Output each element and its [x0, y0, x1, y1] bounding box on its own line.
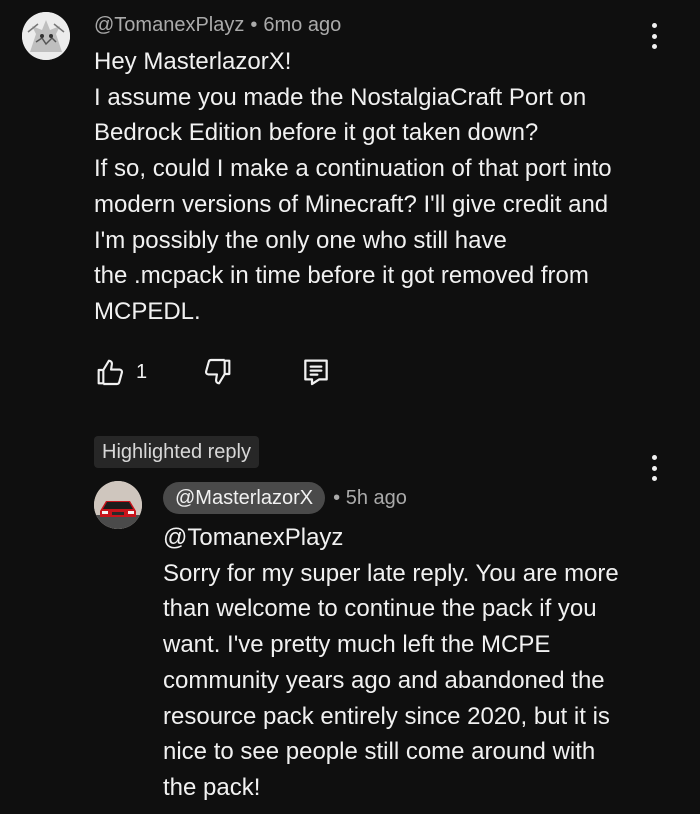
comment-line: Hey MasterlazorX!	[94, 48, 292, 75]
comment-line: I'm possibly the only one who still have	[94, 226, 507, 254]
comment-line: MCPEDL.	[94, 297, 201, 325]
reply-body: @TomanexPlayz Sorry for my super late re…	[163, 520, 663, 806]
commenter-avatar[interactable]	[22, 12, 70, 60]
reply-button[interactable]	[300, 356, 332, 388]
reply-line: resource pack entirely since 2020, but i…	[163, 702, 610, 730]
reply-line: community years ago and abandoned the	[163, 666, 605, 694]
comment-line: Bedrock Edition before it got taken down…	[94, 119, 539, 147]
comment-body: Hey MasterlazorX! I assume you made the …	[94, 44, 674, 330]
dislike-button[interactable]	[202, 356, 234, 388]
comment-line: the .mcpack in time before it got remove…	[94, 262, 589, 290]
reply-timestamp[interactable]: • 5h ago	[333, 487, 407, 510]
highlighted-reply-badge: Highlighted reply	[94, 436, 259, 468]
thumbs-down-icon	[204, 358, 231, 385]
comment-timestamp[interactable]: 6mo ago	[263, 14, 341, 36]
comment-author[interactable]: @TomanexPlayz	[94, 14, 244, 36]
reply-line: nice to see people still come around wit…	[163, 738, 596, 766]
thumbs-up-icon	[97, 359, 124, 386]
replier-avatar[interactable]	[94, 481, 142, 529]
like-button[interactable]: 1	[94, 356, 147, 388]
comment-line: If so, could I make a continuation of th…	[94, 155, 612, 183]
reply-line: @TomanexPlayz	[163, 524, 344, 551]
reply-time-value: 5h ago	[345, 486, 407, 509]
meta-separator: •	[333, 486, 341, 509]
like-count: 1	[136, 360, 148, 383]
reply-more-options-icon[interactable]	[644, 451, 664, 485]
comment-line: modern versions of Minecraft? I'll give …	[94, 190, 609, 218]
reply-line: Sorry for my super late reply. You are m…	[163, 559, 619, 587]
reply-line: than welcome to continue the pack if you	[163, 595, 597, 623]
meta-separator: •	[250, 14, 258, 36]
reply-line: the pack!	[163, 773, 261, 801]
comment-line: I assume you made the NostalgiaCraft Por…	[94, 83, 587, 111]
comment-meta: @TomanexPlayz • 6mo ago	[94, 14, 341, 37]
reply-comment-icon	[304, 359, 328, 386]
reply-meta: @MasterlazorX • 5h ago	[163, 482, 407, 514]
reply-author-badge[interactable]: @MasterlazorX	[163, 482, 326, 514]
reply-line: want. I've pretty much left the MCPE	[163, 631, 551, 659]
